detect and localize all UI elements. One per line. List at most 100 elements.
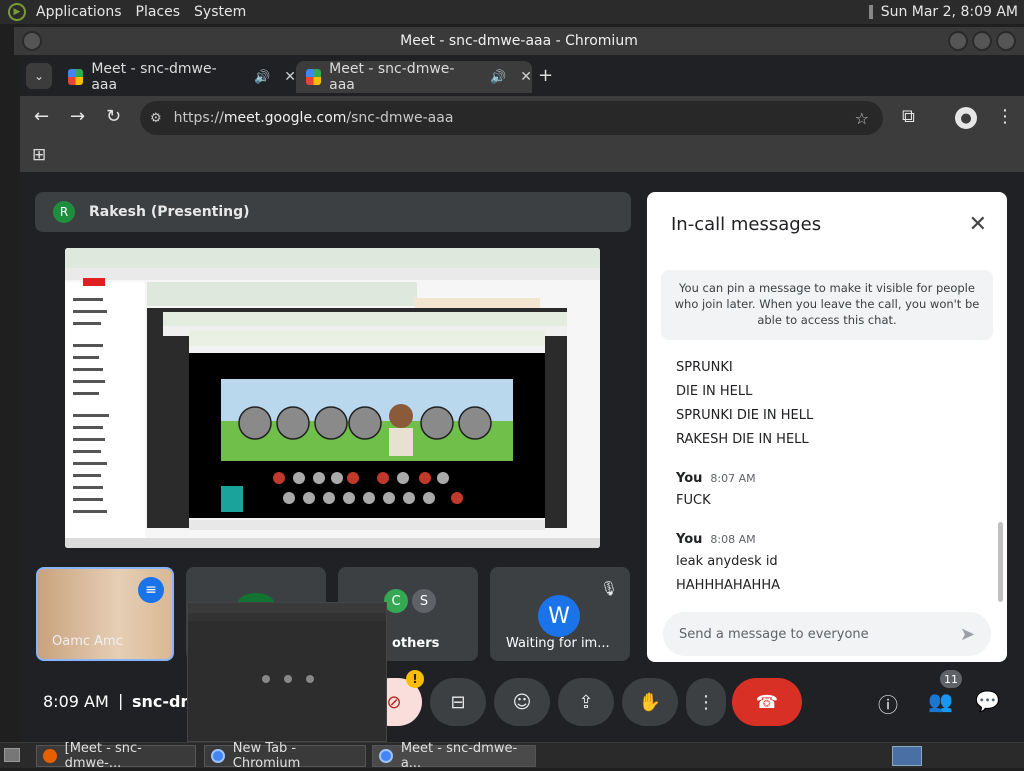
people-count-badge: 11 [940,670,962,688]
shared-screen [65,248,600,548]
preview-dot-icon [306,675,314,683]
chat-panel: In-call messages ✕ You can pin a message… [647,192,1007,662]
speaker-icon[interactable]: 🔊 [490,70,506,85]
chat-message: DIE IN HELL [676,384,753,399]
applications-menu[interactable]: Applications [36,4,122,20]
presenter-bar: R Rakesh (Presenting) [35,192,631,232]
places-menu[interactable]: Places [136,4,181,20]
tab-meet-1[interactable]: Meet - snc-dmwe-aaa 🔊 ✕ [58,61,296,93]
sender-name: You [676,471,703,486]
taskbar-item-label: [Meet - snc-dmwe-... [64,741,142,771]
chat-scrollbar[interactable] [998,522,1003,602]
browser-toolbar: ← → ↻ ⚙ https://meet.google.com/snc-dmwe… [20,96,1024,140]
taskbar-item[interactable]: Meet - snc-dmwe-a... [372,741,536,771]
participant-tile-self[interactable]: Oamc Amc ≡ [36,567,174,661]
screen-share-image [65,248,600,548]
present-screen-button[interactable]: ⇪ [558,678,614,726]
close-tab-icon[interactable]: ✕ [520,69,532,85]
speaking-indicator-icon: ≡ [138,577,164,603]
send-icon[interactable]: ➤ [960,624,975,645]
tab-search-chevron-icon[interactable]: ⌄ [26,63,52,89]
extensions-puzzle-icon[interactable]: ⧉ [902,106,915,127]
meet-favicon-icon [68,69,84,85]
taskbar-item-label: New Tab - Chromium [232,741,301,771]
profile-icon[interactable]: ● [955,107,977,129]
window-title: Meet - snc-dmwe-aaa - Chromium [400,33,638,49]
chat-message: SPRUNKI [676,360,733,375]
clock-area: Sun Mar 2, 8:09 AM [868,0,1024,24]
message-time: 8:07 AM [710,472,756,485]
avatar: S [412,589,436,613]
url-path: /snc-dmwe-aaa [346,110,454,126]
address-bar[interactable]: ⚙ https://meet.google.com/snc-dmwe-aaa ☆ [140,101,883,135]
window-titlebar[interactable]: Meet - snc-dmwe-aaa - Chromium [14,27,1024,55]
firefox-icon [43,749,57,763]
clock[interactable]: Sun Mar 2, 8:09 AM [881,4,1018,20]
forward-arrow-icon[interactable]: → [70,106,85,127]
avatar: C [384,589,408,613]
participant-name: Oamc Amc [52,634,123,649]
taskbar-item-label: Meet - snc-dmwe-a... [400,741,518,771]
participant-name: Waiting for im... [506,636,610,651]
url-host: meet.google.com [223,110,347,126]
people-icon[interactable]: 👥 [928,689,953,713]
emoji-reaction-button[interactable]: ☺ [494,678,550,726]
bookmark-star-icon[interactable]: ☆ [855,109,869,128]
minimize-icon[interactable] [948,31,968,51]
chat-message: SPRUNKI DIE IN HELL [676,408,814,423]
close-icon[interactable]: ✕ [969,212,987,237]
chat-message-input[interactable]: Send a message to everyone ➤ [663,612,991,656]
warning-icon: ! [406,670,424,688]
participant-tile[interactable]: W 🎙 Waiting for im... [490,567,630,661]
meet-page: R Rakesh (Presenting) Oamc Amc ≡ C S oth… [20,172,1024,742]
chat-message: leak anydesk id [676,554,778,569]
chat-info-banner: You can pin a message to make it visible… [661,270,993,340]
back-arrow-icon[interactable]: ← [34,106,49,127]
maximize-icon[interactable] [972,31,992,51]
chat-icon[interactable]: 💬 [975,689,1000,713]
chromium-icon [379,749,393,763]
taskbar-item[interactable]: New Tab - Chromium [204,741,366,771]
raise-hand-button[interactable]: ✋ [622,678,678,726]
preview-dot-icon [262,675,270,683]
meeting-time: 8:09 AM [43,692,109,711]
preview-dot-icon [284,675,292,683]
site-info-icon[interactable]: ⚙ [150,111,162,126]
speaker-icon[interactable]: 🔊 [254,70,270,85]
taskbar-item[interactable]: [Meet - snc-dmwe-... [36,741,196,771]
meeting-separator: | [118,691,124,710]
close-tab-icon[interactable]: ✕ [284,69,296,85]
tab-meet-2[interactable]: Meet - snc-dmwe-aaa 🔊 ✕ [296,61,532,93]
sender-name: You [676,532,703,547]
show-desktop-icon[interactable] [4,748,20,762]
system-menu[interactable]: System [194,4,246,20]
avatar: R [53,201,75,223]
chat-sender: You 8:08 AM [676,532,756,547]
chat-sender: You 8:07 AM [676,471,756,486]
apps-grid-icon[interactable]: ⊞ [32,145,46,165]
window-menu-icon[interactable] [22,31,42,51]
leave-call-button[interactable]: ☎ [732,678,802,726]
url-scheme: https:// [173,110,224,126]
new-tab-plus-icon[interactable]: + [538,65,553,86]
distro-logo-icon[interactable]: ▶ [8,3,26,21]
bookmark-bar: ⊞ [20,140,1024,172]
panel-separator-icon [868,5,873,19]
chat-input-placeholder: Send a message to everyone [679,626,869,642]
top-panel: ▶ Applications Places System Sun Mar 2, … [0,0,1024,24]
mic-off-icon: 🎙 [600,581,618,597]
tab-title: Meet - snc-dmwe-aaa [91,61,217,93]
screen-share-preview[interactable] [187,602,387,742]
menu-kebab-icon[interactable]: ⋮ [996,106,1014,127]
taskbar: [Meet - snc-dmwe-... New Tab - Chromium … [0,741,1024,771]
workspace-switcher-icon[interactable] [892,746,922,766]
chat-message: HAHHHAHAHHA [676,578,780,593]
tab-title: Meet - snc-dmwe-aaa [329,61,455,93]
captions-button[interactable]: ⊟ [430,678,486,726]
reload-icon[interactable]: ↻ [106,106,121,127]
more-options-button[interactable]: ⋮ [686,678,726,726]
window-close-icon[interactable] [996,31,1016,51]
chat-title: In-call messages [671,214,822,235]
tab-strip: ⌄ Meet - snc-dmwe-aaa 🔊 ✕ Meet - snc-dmw… [20,55,1024,96]
meeting-info-icon[interactable]: ⓘ [878,689,898,718]
